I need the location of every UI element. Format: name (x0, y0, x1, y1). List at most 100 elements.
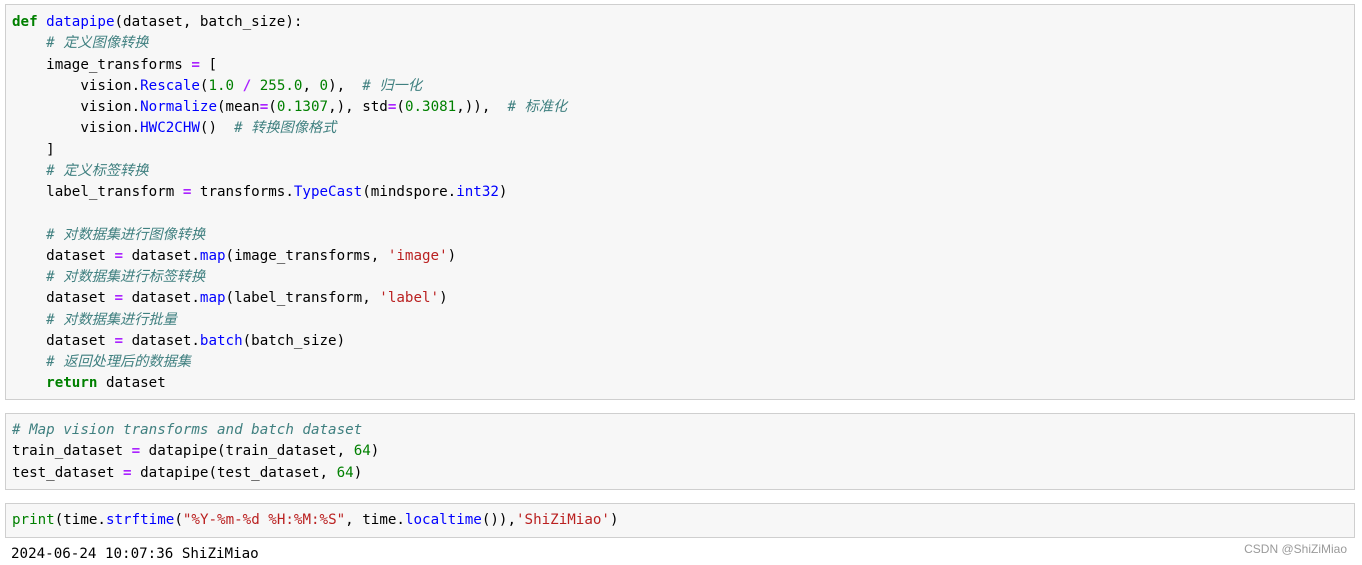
code-line: print(time.strftime("%Y-%m-%d %H:%M:%S",… (12, 510, 1354, 531)
code-editor[interactable]: print(time.strftime("%Y-%m-%d %H:%M:%S",… (6, 504, 1354, 531)
code-text: (mindspore. (362, 184, 457, 200)
string-token: 'ShiZiMiao' (516, 512, 610, 528)
code-text: ), (328, 77, 363, 94)
comment-token: # 标准化 (507, 99, 568, 115)
code-text: dataset (12, 332, 115, 349)
number-token: 0 (319, 77, 329, 94)
code-text: ) (498, 184, 508, 200)
code-line: return dataset (12, 373, 1354, 394)
code-text: ()), (481, 512, 516, 528)
code-text: label_transform (12, 184, 183, 200)
code-text: ( (268, 99, 277, 115)
attribute-token: TypeCast (293, 184, 363, 200)
code-text: (time. (54, 512, 106, 528)
code-text: (batch_size) (242, 332, 346, 349)
number-token: 64 (353, 443, 371, 460)
operator-token: = (114, 332, 124, 349)
csdn-watermark: CSDN @ShiZiMiao (1244, 542, 1347, 556)
comment-token: # 对数据集进行批量 (46, 311, 177, 328)
code-line: image_transforms = [ (12, 55, 1354, 76)
comment-token: # 对数据集进行标签转换 (46, 269, 206, 285)
code-text: dataset. (123, 247, 200, 264)
attribute-token: map (199, 247, 226, 264)
code-text: ( (174, 512, 183, 528)
code-text: ,), std (328, 99, 388, 115)
code-text: ] (12, 141, 55, 158)
operator-token: = (114, 290, 124, 307)
code-text: transforms. (191, 184, 294, 200)
code-line: dataset = dataset.batch(batch_size) (12, 331, 1354, 352)
attribute-token: strftime (105, 512, 175, 528)
code-line: ] (12, 140, 1354, 161)
code-text: dataset (12, 290, 115, 307)
code-text: dataset (97, 375, 166, 392)
code-line: label_transform = transforms.TypeCast(mi… (12, 182, 1354, 203)
attribute-token: Normalize (140, 99, 217, 115)
code-editor[interactable]: # Map vision transforms and batch datase… (6, 414, 1354, 484)
code-line: # 定义图像转换 (12, 33, 1354, 54)
code-line: # 对数据集进行标签转换 (12, 267, 1354, 288)
attribute-token: Rescale (140, 77, 200, 94)
code-text: test_dataset (12, 464, 124, 481)
operator-token: = (259, 99, 269, 115)
string-token: 'label' (379, 290, 440, 307)
number-token: 1.0 (208, 77, 235, 94)
code-line: vision.Rescale(1.0 / 255.0, 0), # 归一化 (12, 76, 1354, 97)
code-line: train_dataset = datapipe(train_dataset, … (12, 441, 1354, 462)
code-line: dataset = dataset.map(label_transform, '… (12, 288, 1354, 309)
code-text: ) (353, 464, 363, 481)
number-token: 64 (336, 464, 354, 481)
code-line: # 定义标签转换 (12, 161, 1354, 182)
comment-token: # 归一化 (362, 77, 422, 94)
code-text: vision. (12, 77, 141, 94)
operator-token: / (242, 77, 252, 94)
code-line: def datapipe(dataset, batch_size): (12, 12, 1354, 33)
code-text: () (199, 120, 235, 137)
attribute-token: localtime (404, 512, 482, 528)
cell-output-text: 2024-06-24 10:07:36 ShiZiMiao (11, 546, 259, 562)
code-text: (image_transforms, (225, 247, 388, 264)
operator-token: = (114, 247, 124, 264)
code-text: datapipe(train_dataset, (140, 443, 354, 460)
code-editor[interactable]: def datapipe(dataset, batch_size): # 定义图… (6, 5, 1354, 395)
code-text: ,)), (456, 99, 508, 115)
code-cell-map-datasets[interactable]: # Map vision transforms and batch datase… (5, 413, 1355, 490)
code-line: # 返回处理后的数据集 (12, 352, 1354, 373)
code-line: dataset = dataset.map(image_transforms, … (12, 246, 1354, 267)
operator-token: = (131, 443, 141, 460)
code-text: dataset (12, 247, 115, 264)
comment-token: # 返回处理后的数据集 (46, 354, 191, 370)
code-text: (label_transform, (225, 290, 380, 307)
attribute-token: map (199, 290, 226, 307)
code-text: , time. (345, 512, 405, 528)
code-text: (dataset, batch_size): (114, 14, 303, 30)
attribute-token: int32 (456, 184, 499, 200)
code-text: ) (447, 247, 457, 264)
builtin-token: print (12, 512, 55, 528)
number-token: 0.3081 (404, 99, 457, 115)
code-cell-print-time[interactable]: print(time.strftime("%Y-%m-%d %H:%M:%S",… (5, 503, 1355, 538)
keyword-token: def (12, 14, 38, 30)
code-text: [ (199, 56, 218, 73)
keyword-token: return (46, 375, 98, 392)
string-token: 'image' (387, 247, 448, 264)
code-text: , (302, 77, 320, 94)
code-text: vision. (12, 120, 141, 137)
function-name-token: datapipe (46, 14, 115, 30)
code-text: ) (609, 512, 619, 528)
code-line: # 对数据集进行图像转换 (12, 225, 1354, 246)
code-cell-datapipe[interactable]: def datapipe(dataset, batch_size): # 定义图… (5, 4, 1355, 400)
attribute-token: batch (199, 332, 243, 349)
code-text: vision. (12, 99, 141, 115)
code-text: dataset. (123, 332, 200, 349)
